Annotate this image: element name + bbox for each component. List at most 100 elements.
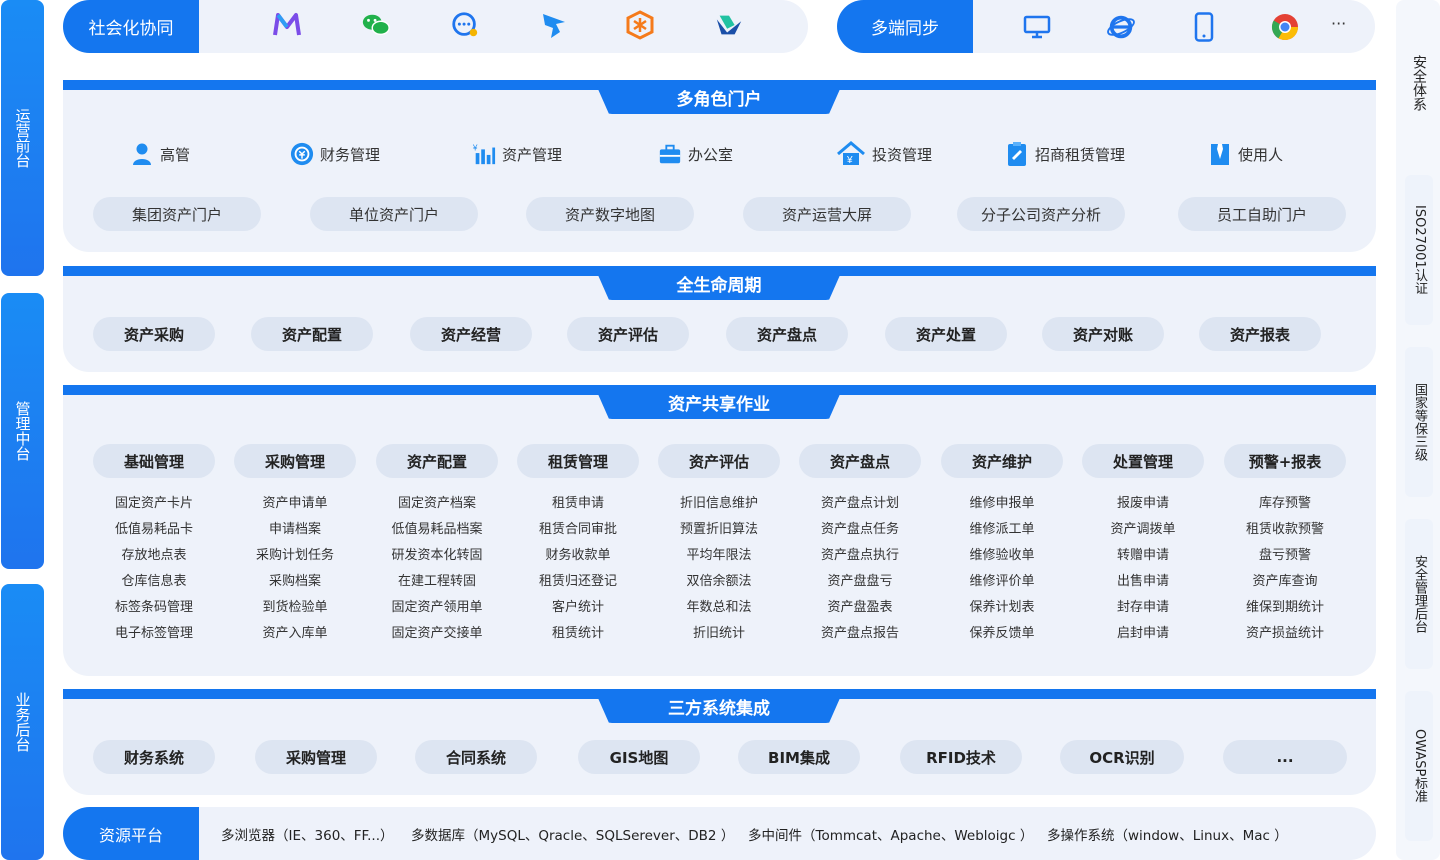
shared-column-item[interactable]: 客户统计 [518,595,638,621]
cube-app-icon[interactable] [625,10,655,40]
shared-column-item[interactable]: 维修评价单 [942,569,1062,595]
shared-column-item[interactable]: 采购档案 [235,569,355,595]
integration-chip[interactable]: GIS地图 [578,740,700,774]
shared-column-item[interactable]: 双倍余额法 [659,569,779,595]
shared-column-item[interactable]: 固定资产领用单 [377,595,497,621]
shared-column-title[interactable]: 处置管理 [1082,444,1204,478]
shared-column-item[interactable]: 标签条码管理 [94,595,214,621]
left-tab-business-back[interactable]: 业务后台 [1,584,44,860]
role-office[interactable]: 办公室 [658,139,733,169]
shared-column-item[interactable]: 预置折旧算法 [659,517,779,543]
role-finance[interactable]: 财务管理 [290,139,380,169]
shared-column-item[interactable]: 维保到期统计 [1225,595,1345,621]
shared-column-title[interactable]: 基础管理 [93,444,215,478]
shared-column-item[interactable]: 在建工程转固 [377,569,497,595]
shared-column-item[interactable]: 维修派工单 [942,517,1062,543]
shared-column-item[interactable]: 资产盘点任务 [800,517,920,543]
shared-column-item[interactable]: 盘亏预警 [1225,543,1345,569]
role-leasing[interactable]: 招商租赁管理 [1005,139,1125,169]
shared-column-item[interactable]: 资产库查询 [1225,569,1345,595]
left-tab-operations-front[interactable]: 运营前台 [1,0,44,276]
more-devices-indicator[interactable]: ··· [1331,14,1346,33]
shared-column-title[interactable]: 资产维护 [941,444,1063,478]
shared-column-item[interactable]: 折旧统计 [659,621,779,647]
shared-column-item[interactable]: 研发资本化转固 [377,543,497,569]
lifecycle-chip[interactable]: 资产采购 [93,317,215,351]
shared-column-item[interactable]: 资产损益统计 [1225,621,1345,647]
shared-column-item[interactable]: 财务收款单 [518,543,638,569]
feishu-icon[interactable] [714,10,744,40]
ie-browser-icon[interactable] [1106,12,1136,42]
shared-column-title[interactable]: 预警+报表 [1224,444,1346,478]
lifecycle-chip[interactable]: 资产配置 [251,317,373,351]
portal-chip[interactable]: 资产数字地图 [526,197,694,231]
dingtalk-icon[interactable] [539,10,569,40]
portal-chip[interactable]: 资产运营大屏 [743,197,911,231]
lifecycle-chip[interactable]: 资产盘点 [726,317,848,351]
portal-chip[interactable]: 员工自助门户 [1178,197,1346,231]
shared-column-item[interactable]: 电子标签管理 [94,621,214,647]
lifecycle-chip[interactable]: 资产处置 [885,317,1007,351]
shared-column-item[interactable]: 资产盘盘亏 [800,569,920,595]
integration-chip[interactable]: 合同系统 [415,740,537,774]
m-app-icon[interactable] [272,10,302,40]
shared-column-item[interactable]: 转赠申请 [1083,543,1203,569]
shared-column-title[interactable]: 租赁管理 [517,444,639,478]
integration-chip[interactable]: RFID技术 [900,740,1022,774]
shared-column-item[interactable]: 固定资产交接单 [377,621,497,647]
shared-column-title[interactable]: 采购管理 [234,444,356,478]
shared-column-item[interactable]: 固定资产档案 [377,491,497,517]
shared-column-item[interactable]: 启封申请 [1083,621,1203,647]
right-tab-security-admin[interactable]: 安全管理后台 [1405,519,1433,669]
chat-bubble-icon[interactable] [450,10,480,40]
shared-column-item[interactable]: 年数总和法 [659,595,779,621]
shared-column-item[interactable]: 仓库信息表 [94,569,214,595]
shared-column-item[interactable]: 固定资产卡片 [94,491,214,517]
portal-chip[interactable]: 单位资产门户 [310,197,478,231]
chrome-icon[interactable] [1270,12,1300,42]
shared-column-item[interactable]: 保养计划表 [942,595,1062,621]
right-tab-owasp[interactable]: OWASP标准 [1405,691,1433,841]
shared-column-title[interactable]: 资产配置 [376,444,498,478]
shared-column-item[interactable]: 报废申请 [1083,491,1203,517]
role-executive[interactable]: 高管 [130,139,190,169]
right-tab-iso27001[interactable]: ISO27001认证 [1405,175,1433,325]
lifecycle-chip[interactable]: 资产经营 [410,317,532,351]
shared-column-item[interactable]: 租赁申请 [518,491,638,517]
shared-column-item[interactable]: 资产盘盈表 [800,595,920,621]
shared-column-item[interactable]: 租赁归还登记 [518,569,638,595]
integration-chip[interactable]: ... [1223,740,1347,774]
shared-column-item[interactable]: 封存申请 [1083,595,1203,621]
shared-column-item[interactable]: 出售申请 [1083,569,1203,595]
shared-column-item[interactable]: 资产盘点执行 [800,543,920,569]
lifecycle-chip[interactable]: 资产报表 [1199,317,1321,351]
shared-column-item[interactable]: 库存预警 [1225,491,1345,517]
shared-column-item[interactable]: 资产盘点报告 [800,621,920,647]
integration-chip[interactable]: 采购管理 [255,740,377,774]
shared-column-item[interactable]: 平均年限法 [659,543,779,569]
shared-column-item[interactable]: 租赁统计 [518,621,638,647]
shared-column-item[interactable]: 采购计划任务 [235,543,355,569]
lifecycle-chip[interactable]: 资产评估 [567,317,689,351]
role-user[interactable]: 使用人 [1208,139,1283,169]
shared-column-item[interactable]: 低值易耗品档案 [377,517,497,543]
desktop-icon[interactable] [1022,12,1052,42]
integration-chip[interactable]: 财务系统 [93,740,215,774]
lifecycle-chip[interactable]: 资产对账 [1042,317,1164,351]
right-tab-security-system[interactable]: 安全体系 [1405,8,1433,158]
shared-column-item[interactable]: 资产调拨单 [1083,517,1203,543]
shared-column-item[interactable]: 低值易耗品卡 [94,517,214,543]
shared-column-item[interactable]: 资产盘点计划 [800,491,920,517]
shared-column-title[interactable]: 资产盘点 [799,444,921,478]
portal-chip[interactable]: 集团资产门户 [93,197,261,231]
shared-column-item[interactable]: 租赁合同审批 [518,517,638,543]
role-asset-management[interactable]: ¥ 资产管理 [472,139,562,169]
shared-column-item[interactable]: 保养反馈单 [942,621,1062,647]
shared-column-item[interactable]: 存放地点表 [94,543,214,569]
mobile-phone-icon[interactable] [1189,12,1219,42]
role-investment[interactable]: ¥ 投资管理 [836,139,932,169]
shared-column-item[interactable]: 资产入库单 [235,621,355,647]
right-tab-mlps-level3[interactable]: 国家等保三级 [1405,347,1433,497]
shared-column-item[interactable]: 维修验收单 [942,543,1062,569]
integration-chip[interactable]: OCR识别 [1060,740,1184,774]
